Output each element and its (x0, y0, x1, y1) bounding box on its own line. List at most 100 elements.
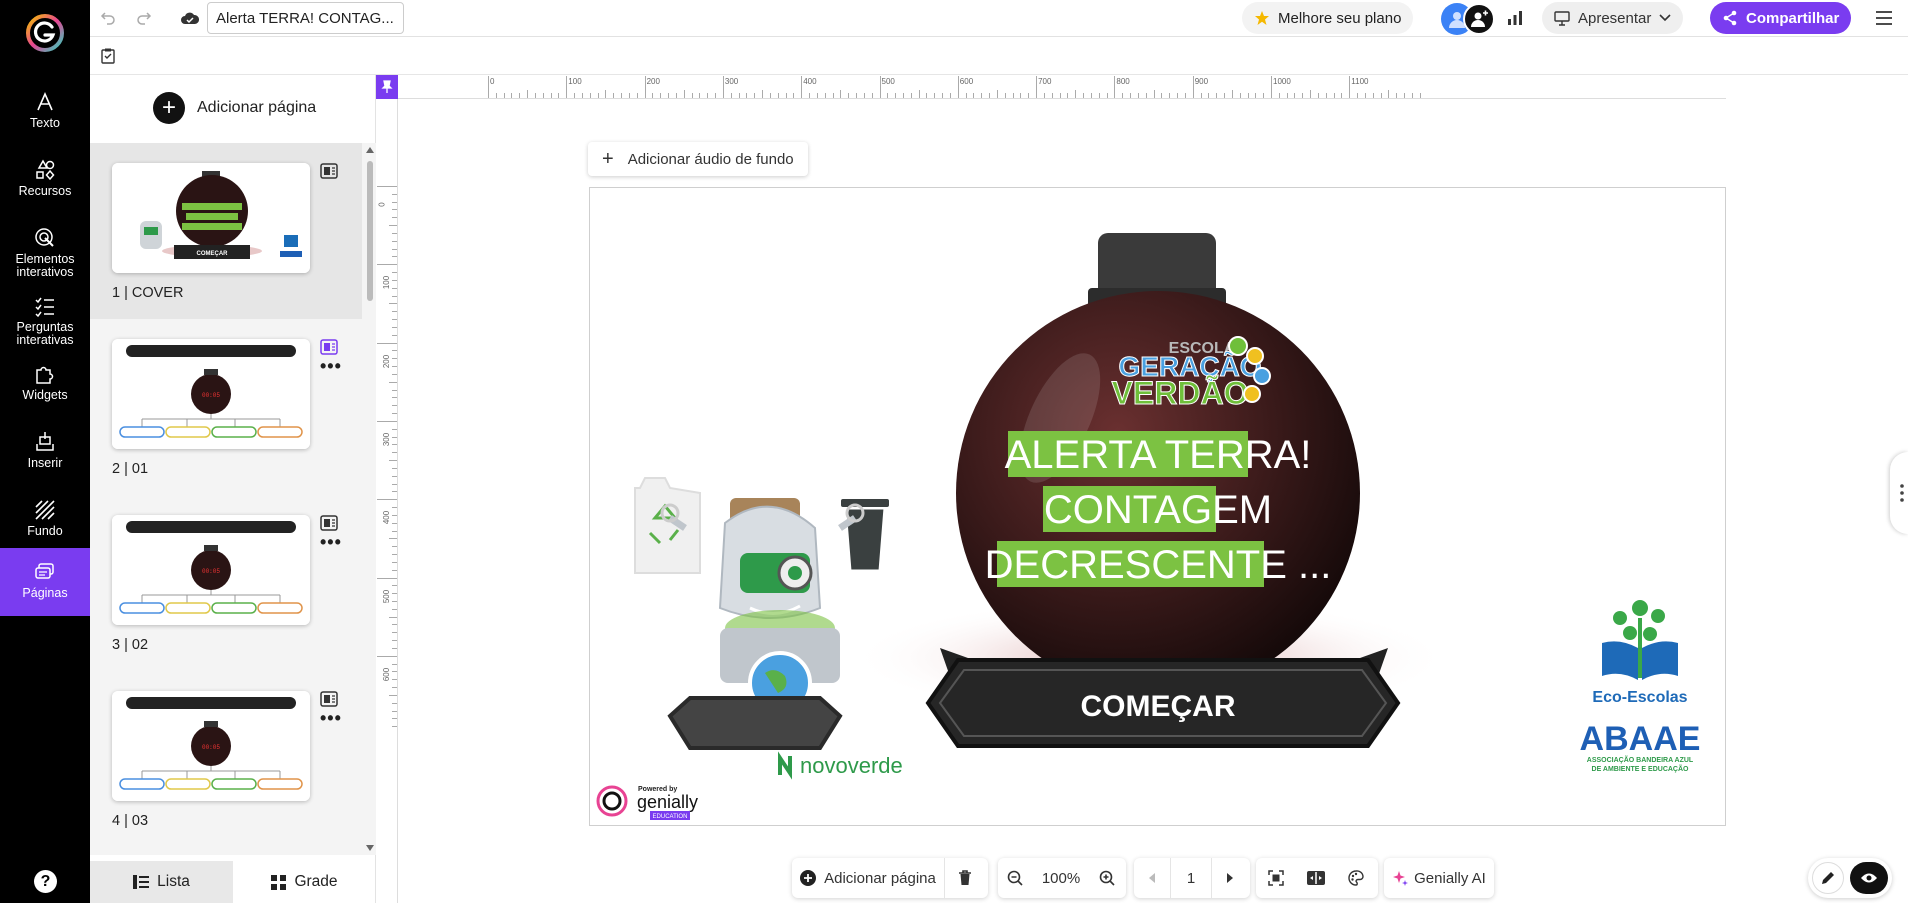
ruler-tick-label: 300 (724, 77, 739, 86)
upgrade-plan-button[interactable]: Melhore seu plano (1242, 2, 1414, 34)
clipboard-check-icon[interactable] (98, 47, 118, 65)
page-item-2[interactable]: 00:05 ••• 2 | 01 (90, 319, 362, 495)
svg-text:genially: genially (637, 792, 698, 812)
add-page-button[interactable]: + Adicionar página (153, 92, 316, 124)
ruler-tick (1043, 93, 1045, 98)
add-collaborator-icon[interactable] (1463, 3, 1495, 35)
pin-icon[interactable] (376, 75, 398, 99)
more-options-icon[interactable]: ••• (320, 709, 342, 727)
analytics-icon[interactable] (1505, 9, 1525, 27)
rail-item-insert[interactable]: Inserir (0, 418, 90, 486)
ruler-tick (392, 546, 397, 548)
ruler-tick (392, 491, 397, 493)
ruler-tick (392, 193, 397, 195)
ruler-tick (934, 93, 936, 98)
ruler-tick (377, 342, 397, 344)
star-icon (1255, 11, 1269, 25)
start-button[interactable]: COMEÇAR (925, 648, 1401, 748)
add-background-audio-button[interactable]: + Adicionar áudio de fundo (588, 142, 808, 176)
ruler-tick-label: 400 (803, 77, 817, 86)
page-item-4[interactable]: 00:05 ••• 4 | 03 (90, 671, 362, 847)
more-options-icon[interactable]: ••• (320, 357, 342, 375)
svg-text:COMEÇAR: COMEÇAR (197, 251, 229, 257)
next-page-icon[interactable] (1212, 858, 1248, 898)
page-thumbnail[interactable]: 00:05 (112, 691, 310, 801)
page-thumbnail[interactable]: 00:05 (112, 339, 310, 449)
ruler-tick (1317, 93, 1319, 98)
rail-item-text[interactable]: Texto (0, 78, 90, 146)
ruler-tick (777, 93, 779, 98)
slide-canvas[interactable]: ESCOLA GERAÇÃO VERDÃO ALERTA TERRA! CONT… (589, 187, 1726, 826)
genially-ai-button[interactable]: Genially AI (1384, 858, 1494, 898)
edit-pencil-icon[interactable] (1812, 862, 1844, 894)
edit-preview-toggle[interactable] (1808, 858, 1892, 898)
rail-item-resources[interactable]: Recursos (0, 146, 90, 214)
redo-icon[interactable] (134, 8, 154, 28)
delete-page-icon[interactable] (944, 858, 984, 898)
bottom-add-page-button[interactable]: Adicionar página (792, 858, 944, 898)
genially-logo-icon[interactable] (25, 13, 65, 53)
project-title-input[interactable]: Alerta TERRA! CONTAG... (207, 2, 404, 34)
rail-item-interactive-questions[interactable]: Perguntas interativas (0, 282, 90, 350)
split-view-icon[interactable] (1296, 858, 1336, 898)
more-options-icon[interactable]: ••• (320, 533, 342, 551)
page-thumbnail[interactable]: 00:05 (112, 515, 310, 625)
page-list: COMEÇAR 1 | COVER 00:05 ••• 2 | 01 00:05… (90, 143, 376, 855)
page-item-3[interactable]: 00:05 ••• 3 | 02 (90, 495, 362, 671)
ruler-tick (887, 93, 889, 98)
page-settings-icon[interactable] (320, 339, 338, 355)
ruler-tick (389, 616, 397, 618)
help-button[interactable]: ? (34, 870, 57, 893)
zoom-in-icon[interactable] (1090, 858, 1124, 898)
ruler-tick (1341, 93, 1343, 98)
shapes-icon (36, 159, 55, 181)
tab-grid[interactable]: Grade (233, 861, 376, 903)
right-panel-handle[interactable] (1890, 452, 1908, 534)
ruler-tick (1231, 90, 1233, 98)
ruler-tick (392, 428, 397, 430)
tab-list-label: Lista (157, 873, 190, 890)
add-audio-label: Adicionar áudio de fundo (627, 150, 794, 168)
ruler-tick (1004, 93, 1006, 98)
ruler-tick (511, 93, 513, 98)
rail-item-interactive-elements[interactable]: Elementos interativos (0, 214, 90, 282)
zoom-out-icon[interactable] (998, 858, 1032, 898)
page-item-1[interactable]: COMEÇAR 1 | COVER (90, 143, 362, 319)
page-list-scrollbar[interactable] (364, 143, 376, 855)
ruler-tick (392, 554, 397, 555)
ruler-tick (1137, 93, 1139, 98)
ruler-tick (392, 710, 397, 712)
ruler-tick (558, 93, 560, 98)
rail-item-widgets[interactable]: Widgets (0, 350, 90, 418)
current-page-number[interactable]: 1 (1170, 858, 1212, 898)
powered-by-genially-badge: Powered by genially EDUCATION (596, 785, 698, 820)
page-settings-icon[interactable] (320, 515, 338, 531)
ruler-tick (392, 522, 397, 524)
page-thumbnail[interactable]: COMEÇAR (112, 163, 310, 273)
rail-item-background[interactable]: Fundo (0, 486, 90, 554)
page-settings-icon[interactable] (320, 691, 338, 707)
ruler-tick (392, 467, 397, 469)
menu-icon[interactable] (1874, 8, 1894, 28)
prev-page-icon[interactable] (1134, 858, 1170, 898)
ruler-tick (973, 93, 975, 98)
ruler-tick (488, 76, 489, 98)
present-button[interactable]: Apresentar (1542, 2, 1684, 34)
preview-eye-icon[interactable] (1850, 862, 1888, 894)
ruler-tick (1130, 93, 1132, 98)
ruler-tick (392, 248, 397, 250)
ruler-tick (730, 93, 732, 98)
page-settings-icon[interactable] (320, 163, 338, 179)
fit-screen-icon[interactable] (1256, 858, 1296, 898)
ruler-tick (392, 687, 397, 689)
ruler-tick (1051, 93, 1053, 98)
share-button[interactable]: Compartilhar (1710, 2, 1852, 34)
ruler-tick (762, 90, 764, 98)
theme-palette-icon[interactable] (1336, 858, 1376, 898)
undo-icon[interactable] (98, 8, 118, 28)
zoom-level[interactable]: 100% (1032, 858, 1090, 898)
tab-list[interactable]: Lista (90, 861, 233, 903)
share-label: Compartilhar (1746, 9, 1840, 27)
ruler-tick (754, 93, 756, 98)
rail-item-pages[interactable]: Páginas (0, 548, 90, 616)
